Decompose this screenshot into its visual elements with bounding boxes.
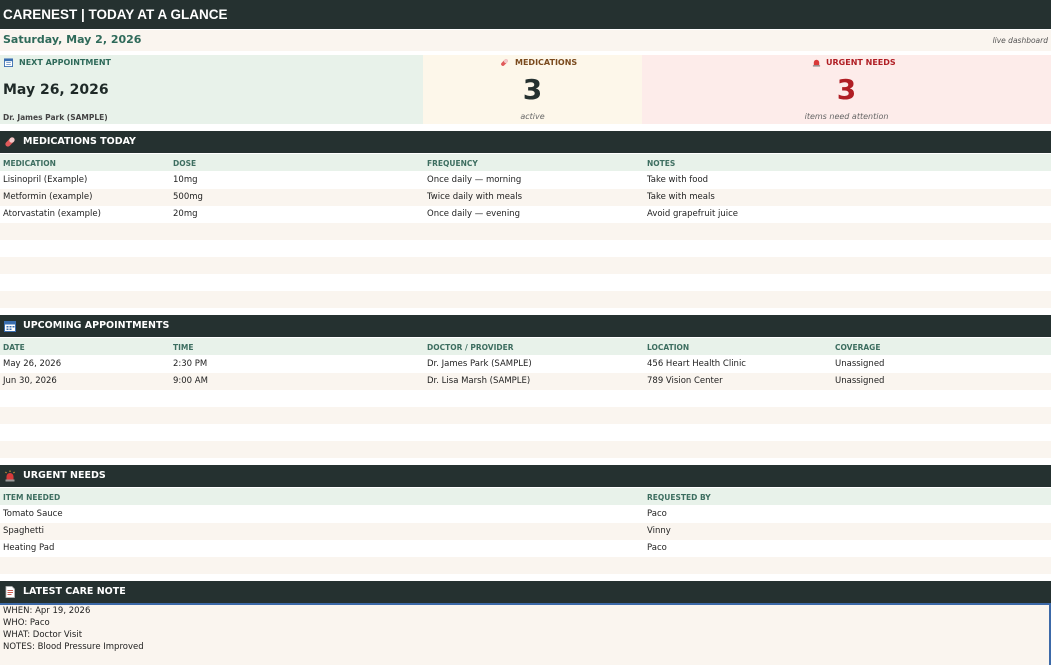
medications-caption: active: [520, 112, 545, 121]
appointment-time: 2:30 PM: [173, 359, 208, 369]
alarm-icon: [812, 59, 821, 67]
medication-frequency: Once daily — evening: [427, 209, 520, 219]
table-row[interactable]: Spaghetti Vinny: [0, 523, 1051, 540]
table-row[interactable]: May 26, 2026 2:30 PM Dr. James Park (SAM…: [0, 356, 1051, 373]
pill-icon: [5, 137, 15, 147]
table-row[interactable]: Lisinopril (Example) 10mg Once daily — m…: [0, 172, 1051, 189]
appointment-doctor: Dr. James Park (SAMPLE): [427, 359, 532, 369]
medications-table-header: MEDICATION DOSE FREQUENCY NOTES: [0, 154, 1051, 171]
medications-section-header: MEDICATIONS TODAY: [0, 131, 1051, 153]
appointment-date: May 26, 2026: [3, 359, 62, 369]
appointments-section-title: UPCOMING APPOINTMENTS: [23, 320, 170, 331]
col-time: TIME: [173, 343, 194, 352]
col-medication: MEDICATION: [3, 159, 56, 168]
appointment-location: 789 Vision Center: [647, 376, 723, 386]
urgent-requester: Paco: [647, 543, 667, 553]
col-notes: NOTES: [647, 159, 676, 168]
medication-notes: Take with meals: [647, 192, 715, 202]
current-date: Saturday, May 2, 2026: [3, 33, 142, 46]
appointment-date: Jun 30, 2026: [3, 376, 57, 386]
medication-name: Metformin (example): [3, 192, 93, 202]
medication-frequency: Once daily — morning: [427, 175, 522, 185]
urgent-needs-caption: items need attention: [804, 112, 889, 121]
urgent-needs-title: URGENT NEEDS: [826, 58, 896, 67]
urgent-item: Heating Pad: [3, 543, 55, 553]
urgent-item: Tomato Sauce: [3, 509, 63, 519]
appointments-section-header: UPCOMING APPOINTMENTS: [0, 315, 1051, 337]
col-dose: DOSE: [173, 159, 197, 168]
empty-row: [0, 407, 1051, 424]
empty-row: [0, 291, 1051, 308]
table-row[interactable]: Heating Pad Paco: [0, 540, 1051, 557]
app-title: CARENEST | TODAY AT A GLANCE: [0, 0, 1051, 29]
table-row[interactable]: Metformin (example) 500mg Twice daily wi…: [0, 189, 1051, 206]
urgent-requester: Vinny: [647, 526, 671, 536]
medications-count: 3: [522, 73, 543, 106]
appointment-coverage: Unassigned: [835, 359, 885, 369]
care-note-who: WHO: Paco: [3, 618, 50, 628]
care-note-section-title: LATEST CARE NOTE: [23, 586, 126, 597]
col-item-needed: ITEM NEEDED: [3, 493, 61, 502]
medications-card: MEDICATIONS 3 active: [423, 55, 642, 124]
empty-row: [0, 257, 1051, 274]
pill-icon: [501, 59, 508, 66]
empty-row: [0, 557, 1051, 574]
urgent-table-header: ITEM NEEDED REQUESTED BY: [0, 488, 1051, 505]
next-appointment-title: NEXT APPOINTMENT: [19, 58, 111, 67]
col-location: LOCATION: [647, 343, 690, 352]
col-date: DATE: [3, 343, 25, 352]
medication-name: Lisinopril (Example): [3, 175, 88, 185]
medication-notes: Avoid grapefruit juice: [647, 209, 739, 219]
medication-name: Atorvastatin (example): [3, 209, 101, 219]
table-row[interactable]: Tomato Sauce Paco: [0, 506, 1051, 523]
care-note-notes: NOTES: Blood Pressure Improved: [3, 642, 144, 652]
appointment-coverage: Unassigned: [835, 376, 885, 386]
alarm-icon: [5, 470, 15, 482]
table-row[interactable]: Atorvastatin (example) 20mg Once daily —…: [0, 206, 1051, 223]
date-bar: Saturday, May 2, 2026 live dashboard: [0, 30, 1051, 51]
note-icon: [5, 586, 15, 598]
appointments-table-header: DATE TIME DOCTOR / PROVIDER LOCATION COV…: [0, 338, 1051, 355]
col-frequency: FREQUENCY: [427, 159, 478, 168]
urgent-section-header: URGENT NEEDS: [0, 465, 1051, 487]
urgent-item: Spaghetti: [3, 526, 45, 536]
care-note-box[interactable]: WHEN: Apr 19, 2026 WHO: Paco WHAT: Docto…: [0, 603, 1051, 665]
urgent-needs-card: URGENT NEEDS 3 items need attention: [642, 55, 1051, 124]
medication-dose: 20mg: [173, 209, 198, 219]
medication-dose: 10mg: [173, 175, 198, 185]
urgent-requester: Paco: [647, 509, 667, 519]
empty-row: [0, 240, 1051, 257]
care-note-when: WHEN: Apr 19, 2026: [3, 606, 91, 616]
next-appointment-card: NEXT APPOINTMENT May 26, 2026 Dr. James …: [0, 55, 423, 124]
empty-row: [0, 274, 1051, 291]
medication-frequency: Twice daily with meals: [427, 192, 523, 202]
live-dashboard-label: live dashboard: [992, 36, 1048, 45]
col-coverage: COVERAGE: [835, 343, 881, 352]
medication-notes: Take with food: [647, 175, 709, 185]
empty-row: [0, 441, 1051, 458]
medications-title: MEDICATIONS: [515, 58, 578, 67]
urgent-needs-count: 3: [836, 73, 857, 106]
appointment-location: 456 Heart Health Clinic: [647, 359, 746, 369]
next-appointment-doctor: Dr. James Park (SAMPLE): [3, 113, 108, 122]
urgent-section-title: URGENT NEEDS: [23, 470, 106, 481]
medications-section-title: MEDICATIONS TODAY: [23, 136, 136, 147]
care-note-what: WHAT: Doctor Visit: [3, 630, 83, 640]
table-row[interactable]: Jun 30, 2026 9:00 AM Dr. Lisa Marsh (SAM…: [0, 373, 1051, 390]
medication-dose: 500mg: [173, 192, 203, 202]
col-doctor: DOCTOR / PROVIDER: [427, 343, 514, 352]
care-note-section-header: LATEST CARE NOTE: [0, 581, 1051, 603]
col-requested-by: REQUESTED BY: [647, 493, 711, 502]
appointment-time: 9:00 AM: [173, 376, 208, 386]
calendar-icon: [4, 58, 13, 67]
empty-row: [0, 424, 1051, 441]
appointment-doctor: Dr. Lisa Marsh (SAMPLE): [427, 376, 531, 386]
empty-row: [0, 390, 1051, 407]
next-appointment-date: May 26, 2026: [3, 82, 109, 98]
empty-row: [0, 223, 1051, 240]
calendar-icon: [4, 321, 16, 332]
